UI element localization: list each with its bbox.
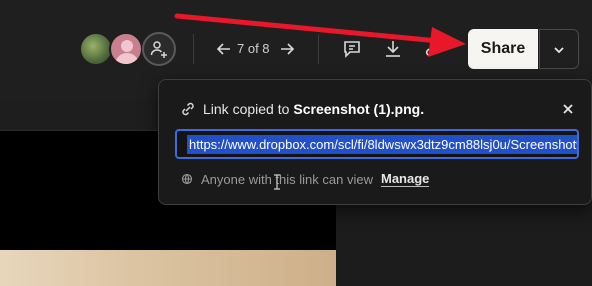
chain-link-icon [182,102,194,116]
popover-header: Link copied to Screenshot (1).png. [181,100,424,118]
link-access-row: Anyone with this link can view Manage [181,171,430,187]
copied-message: Link copied to [203,101,290,117]
text-cursor-icon [274,174,280,190]
link-access-text: Anyone with this link can view [201,171,373,187]
manage-link[interactable]: Manage [380,171,430,187]
globe-icon [181,173,193,185]
copied-filename: Screenshot (1).png. [293,101,425,117]
link-copied-popover: Link copied to Screenshot (1).png. https… [158,79,592,205]
close-icon[interactable] [559,100,577,118]
share-link-field[interactable]: https://www.dropbox.com/scl/fi/8ldwswx3d… [175,129,579,159]
share-link-url[interactable]: https://www.dropbox.com/scl/fi/8ldwswx3d… [187,135,577,154]
